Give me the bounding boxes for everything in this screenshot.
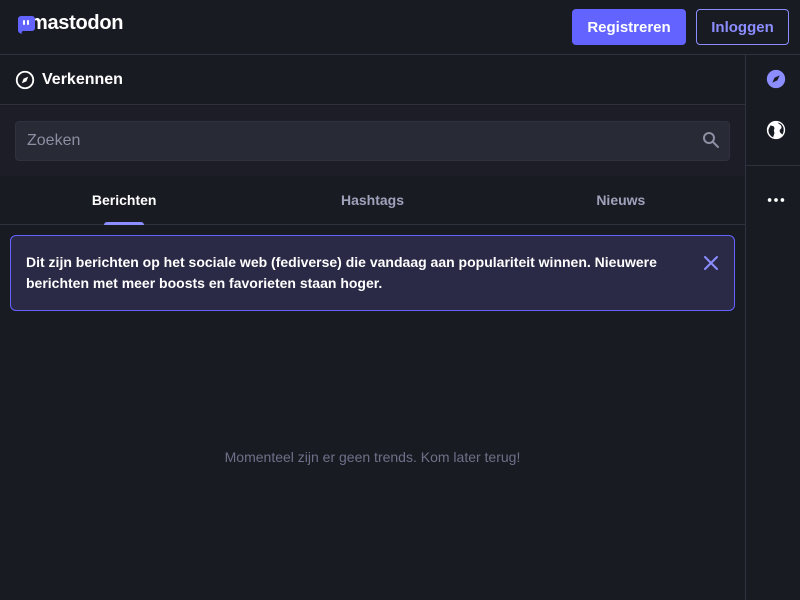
search-input[interactable] [15,121,730,161]
explore-tabs: Berichten Hashtags Nieuws [0,176,745,225]
notice-text: Dit zijn berichten op het sociale web (f… [26,254,657,291]
navigation-rail [745,55,800,600]
more-icon[interactable] [765,189,787,211]
mastodon-logo-icon [18,16,35,34]
page-title: Verkennen [42,70,123,88]
tab-berichten[interactable]: Berichten [0,176,248,224]
mastodon-wordmark: mastodon [30,11,124,34]
register-button[interactable]: Registreren [572,9,686,45]
globe-icon[interactable] [765,119,787,141]
explore-column: Verkennen Berichten Hashtags Nieuws Dit … [0,55,745,600]
compass-icon [15,70,35,89]
tab-hashtags[interactable]: Hashtags [248,176,496,224]
search-icon [703,132,719,148]
tab-nieuws[interactable]: Nieuws [497,176,745,224]
info-notice: Dit zijn berichten op het sociale web (f… [10,235,735,311]
compass-icon[interactable] [765,68,787,90]
mastodon-logo[interactable]: mastodon [14,10,123,40]
column-header: Verkennen [0,55,745,105]
rail-divider [746,165,800,166]
login-button[interactable]: Inloggen [696,9,789,45]
close-icon[interactable] [702,254,720,272]
search-area [0,106,745,176]
top-bar: mastodon Registreren Inloggen [0,0,800,55]
empty-state-message: Momenteel zijn er geen trends. Kom later… [224,449,521,465]
